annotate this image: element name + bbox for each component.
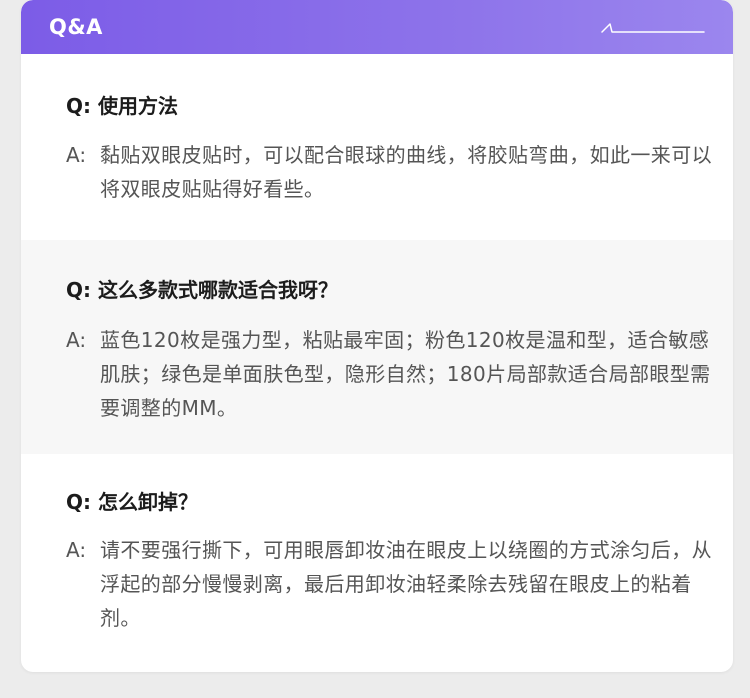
question-text: Q: 怎么卸掉？ (66, 490, 198, 514)
qa-item: Q: 使用方法 A: 黏贴双眼皮贴时，可以配合眼球的曲线，将胶贴弯曲，如此一来可… (21, 54, 733, 240)
answer-text: 请不要强行撕下，可用眼唇卸妆油在眼皮上以绕圈的方式涂匀后，从浮起的部分慢慢剥离，… (100, 538, 712, 630)
qa-header: Q&A (21, 0, 733, 54)
answer-prefix: A: (66, 143, 87, 167)
qa-card: Q&A Q: 使用方法 A: 黏贴双眼皮贴时，可以配合眼球的曲线，将胶贴弯曲，如… (21, 0, 733, 672)
header-title: Q&A (49, 15, 103, 39)
question-text: Q: 使用方法 (66, 94, 178, 118)
answer-prefix: A: (66, 538, 87, 562)
qa-item: Q: 这么多款式哪款适合我呀？ A: 蓝色120枚是强力型，粘贴最牢固；粉色12… (21, 240, 733, 454)
question-text: Q: 这么多款式哪款适合我呀？ (66, 278, 338, 302)
answer-prefix: A: (66, 328, 87, 352)
answer-text: 黏贴双眼皮贴时，可以配合眼球的曲线，将胶贴弯曲，如此一来可以将双眼皮贴贴得好看些… (100, 143, 712, 201)
answer-text: 蓝色120枚是强力型，粘贴最牢固；粉色120枚是温和型，适合敏感肌肤；绿色是单面… (100, 328, 711, 420)
qa-item: Q: 怎么卸掉？ A: 请不要强行撕下，可用眼唇卸妆油在眼皮上以绕圈的方式涂匀后… (21, 454, 733, 672)
decorative-line-icon (601, 23, 705, 33)
